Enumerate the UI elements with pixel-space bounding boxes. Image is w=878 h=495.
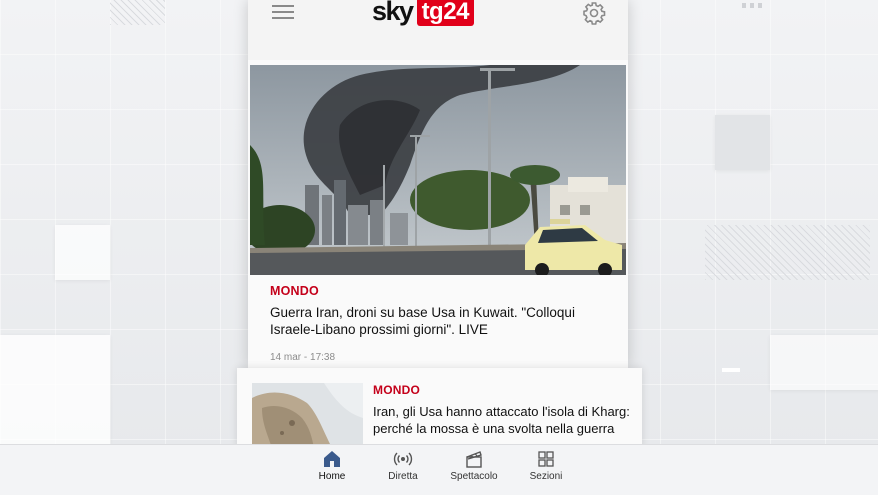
background-dot	[742, 3, 746, 8]
hamburger-icon-bar	[272, 11, 294, 13]
background-tile	[770, 335, 878, 390]
island-satellite-photo	[252, 383, 363, 448]
app-header: sky tg24	[248, 0, 628, 60]
broadcast-icon	[393, 452, 413, 466]
article-hero-image[interactable]	[250, 65, 626, 275]
smoke-over-city-photo	[250, 65, 626, 275]
article-thumbnail[interactable]	[252, 383, 363, 448]
home-icon	[324, 451, 340, 467]
background-tile	[55, 225, 110, 280]
hamburger-icon-bar	[272, 5, 294, 7]
article-timestamp: 14 mar - 17:38	[270, 352, 336, 363]
article-card-1[interactable]: MONDO Guerra Iran, droni su base Usa in …	[270, 284, 610, 338]
article-headline[interactable]: Guerra Iran, droni su base Usa in Kuwait…	[270, 304, 610, 338]
hamburger-icon-bar	[272, 17, 294, 19]
background-dot	[750, 3, 754, 8]
grid-icon	[538, 451, 554, 467]
tab-sezioni[interactable]: Sezioni	[511, 450, 581, 482]
sky-tg24-logo[interactable]: sky tg24	[372, 0, 474, 28]
article-category[interactable]: MONDO	[373, 383, 420, 397]
article-headline[interactable]: Iran, gli Usa hanno attaccato l'isola di…	[373, 403, 638, 437]
tab-label: Spettacolo	[450, 471, 498, 482]
background-stripe	[110, 0, 165, 25]
clapperboard-icon	[466, 451, 482, 468]
tab-spettacolo[interactable]: Spettacolo	[439, 450, 509, 482]
gear-icon	[583, 2, 606, 25]
logo-tg24-text: tg24	[416, 0, 474, 26]
background-tile	[715, 115, 770, 170]
tab-home[interactable]: Home	[297, 450, 367, 482]
tab-label: Diretta	[388, 471, 418, 482]
logo-sky-text: sky	[372, 0, 414, 26]
app-window: sky tg24 MONDO Guerra Iran, droni su bas…	[248, 0, 628, 368]
tab-diretta[interactable]: Diretta	[368, 450, 438, 482]
settings-button[interactable]	[582, 1, 606, 25]
tab-label: Sezioni	[529, 471, 563, 482]
background-tile	[0, 335, 110, 445]
background-dot	[758, 3, 762, 8]
menu-button[interactable]	[272, 5, 296, 21]
article-category[interactable]: MONDO	[270, 284, 610, 298]
background-dash	[722, 368, 740, 372]
bottom-tab-bar: Home Diretta Spettacolo Sezioni	[0, 444, 878, 495]
tab-label: Home	[318, 471, 346, 482]
background-stripe	[705, 225, 870, 280]
article-card-2[interactable]: MONDO Iran, gli Usa hanno attaccato l'is…	[237, 368, 642, 448]
